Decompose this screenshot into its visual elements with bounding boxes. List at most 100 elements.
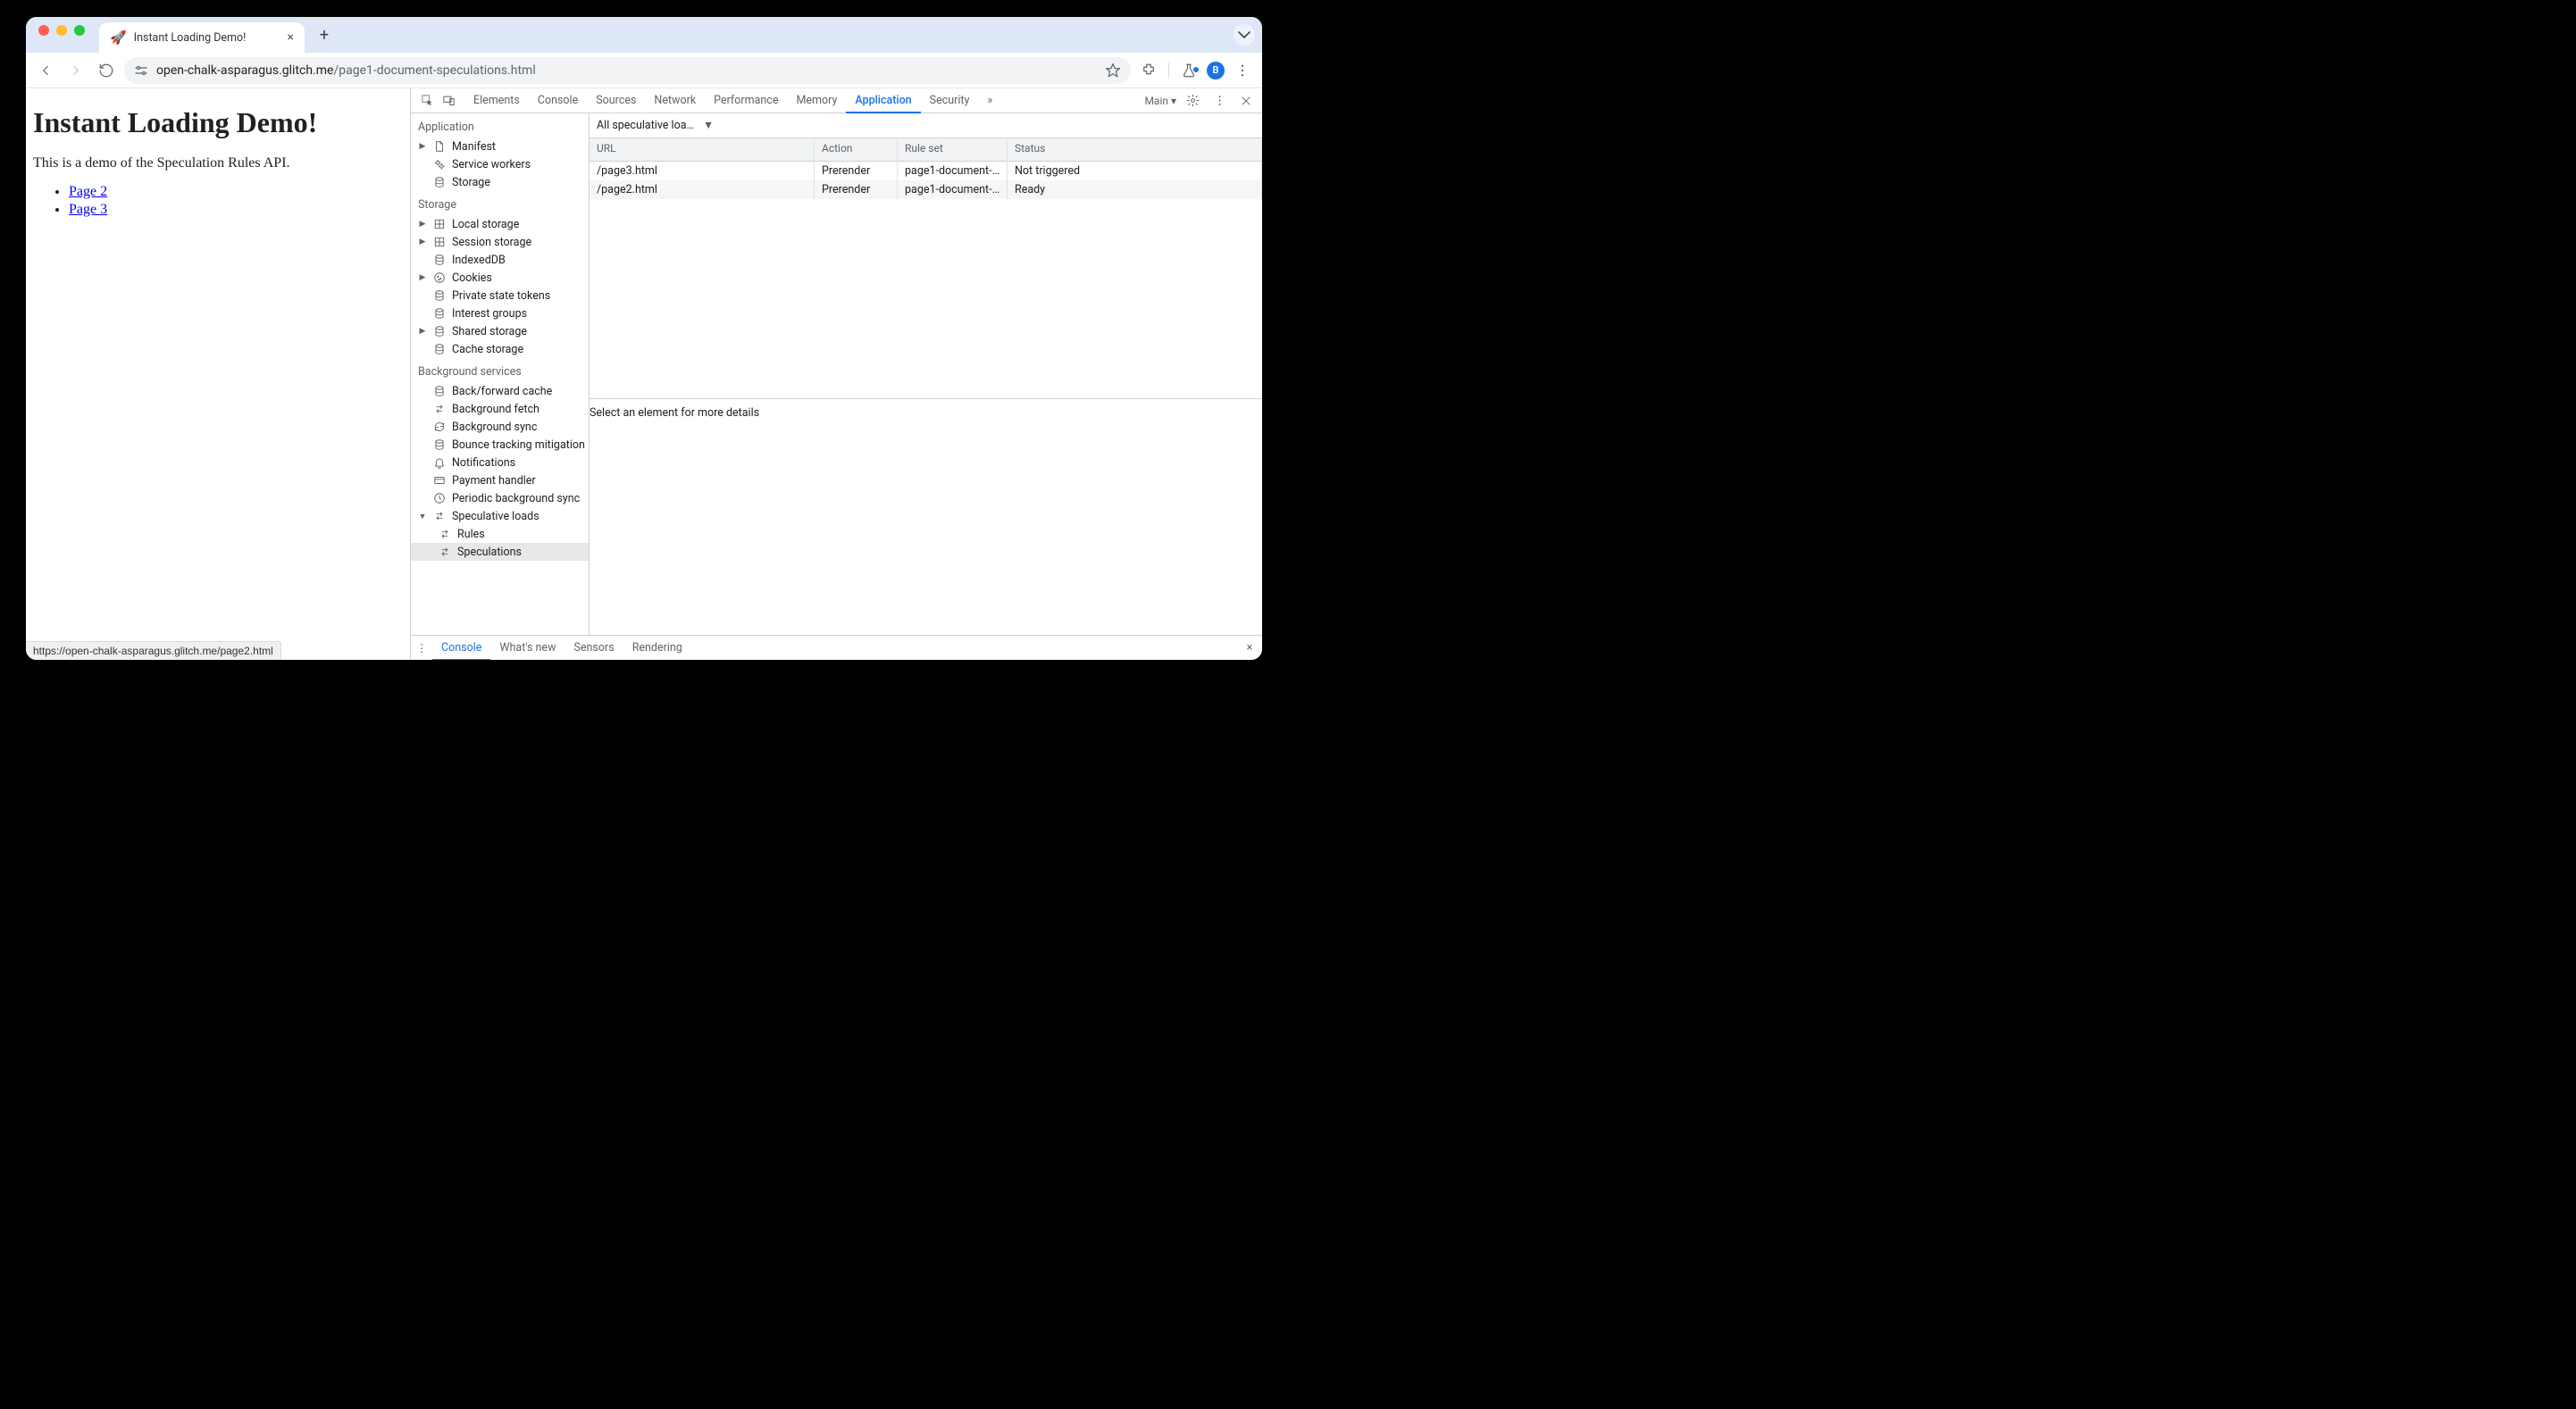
drawer-tab-sensors[interactable]: Sensors (565, 636, 623, 660)
chrome-menu-icon[interactable] (1230, 58, 1255, 83)
devtools-tab-elements[interactable]: Elements (464, 88, 529, 113)
sidebar-item[interactable]: Periodic background sync (411, 489, 589, 507)
sidebar-item[interactable]: Speculations (411, 543, 589, 561)
sidebar-item[interactable]: Cache storage (411, 340, 589, 358)
devtools-tab-sources[interactable]: Sources (587, 88, 645, 113)
devtools-drawer: ⋮ Console What's new Sensors Rendering × (411, 635, 1262, 660)
inspect-element-icon[interactable] (416, 88, 438, 113)
devtools-tab-application[interactable]: Application (846, 88, 920, 113)
profile-avatar[interactable]: B (1207, 62, 1225, 79)
cell-action: Prerender (815, 179, 898, 200)
devtools-close-icon[interactable] (1235, 95, 1257, 107)
maximize-window-icon[interactable] (74, 25, 85, 36)
back-button[interactable] (33, 58, 58, 83)
sidebar-item-label: Rules (457, 528, 485, 541)
col-action[interactable]: Action (815, 138, 898, 161)
forward-button[interactable] (63, 58, 88, 83)
tab-strip: 🚀 Instant Loading Demo! × + (26, 17, 1262, 53)
sidebar-item[interactable]: ▼Speculative loads (411, 507, 589, 525)
sidebar-item-label: Private state tokens (452, 289, 550, 303)
devtools-tab-console[interactable]: Console (529, 88, 587, 113)
sidebar-item[interactable]: Private state tokens (411, 287, 589, 304)
sidebar-item[interactable]: Payment handler (411, 471, 589, 489)
chevron-right-icon[interactable]: ▶ (418, 238, 427, 246)
devtools-settings-icon[interactable] (1182, 94, 1203, 107)
reload-button[interactable] (94, 58, 119, 83)
site-settings-icon[interactable] (133, 63, 149, 79)
table-row[interactable]: /page2.htmlPrerenderpage1-document-…Read… (590, 180, 1262, 199)
devtools-tab-performance[interactable]: Performance (705, 88, 787, 113)
db-icon (432, 253, 447, 267)
close-tab-icon[interactable]: × (288, 30, 294, 45)
sidebar-item[interactable]: IndexedDB (411, 251, 589, 269)
close-window-icon[interactable] (38, 25, 49, 36)
drawer-tab-console[interactable]: Console (432, 637, 490, 661)
sidebar-item-label: Session storage (452, 236, 531, 249)
table-body: /page3.htmlPrerenderpage1-document-…Not … (590, 162, 1262, 399)
sidebar-item[interactable]: Back/forward cache (411, 382, 589, 400)
drawer-tab-rendering[interactable]: Rendering (623, 636, 691, 660)
sidebar-item[interactable]: Service workers (411, 155, 589, 173)
page-link[interactable]: Page 3 (69, 202, 107, 217)
drawer-kebab-icon[interactable]: ⋮ (411, 641, 432, 655)
sidebar-item-label: Bounce tracking mitigation (452, 438, 585, 452)
col-url[interactable]: URL (590, 138, 815, 161)
sidebar-item[interactable]: Storage (411, 173, 589, 191)
sidebar-item-label: Local storage (452, 218, 519, 231)
cell-url: /page3.html (590, 161, 815, 181)
sidebar-item[interactable]: ▶Shared storage (411, 322, 589, 340)
chevron-right-icon[interactable]: ▶ (418, 220, 427, 229)
chevron-right-icon[interactable]: ▶ (418, 273, 427, 282)
labs-icon[interactable] (1176, 58, 1201, 83)
db-icon (432, 438, 447, 452)
sidebar-item[interactable]: Background fetch (411, 400, 589, 418)
new-tab-button[interactable]: + (312, 22, 337, 47)
chevron-right-icon[interactable]: ▶ (418, 142, 427, 151)
sidebar-item-label: IndexedDB (452, 254, 506, 267)
device-toolbar-icon[interactable] (438, 88, 459, 113)
sidebar-item[interactable]: Interest groups (411, 304, 589, 322)
sidebar-item[interactable]: ▶ Session storage (411, 233, 589, 251)
speculation-filter-select[interactable]: All speculative loa… (597, 119, 694, 132)
cell-url: /page2.html (590, 179, 815, 200)
devtools-tab-security[interactable]: Security (921, 88, 979, 113)
page-link[interactable]: Page 2 (69, 184, 107, 199)
db-icon (432, 175, 447, 189)
devtools-kebab-icon[interactable] (1209, 94, 1230, 107)
devtools-target-selector[interactable]: Main ▾ (1144, 95, 1176, 107)
sidebar-item[interactable]: ▶ Local storage (411, 215, 589, 233)
grid-icon (432, 235, 447, 249)
devtools-body: Application▶ManifestService workersStora… (411, 113, 1262, 635)
bookmark-icon[interactable] (1104, 62, 1122, 79)
tab-favicon-icon: 🚀 (110, 29, 127, 46)
devtools-tab-network[interactable]: Network (645, 88, 705, 113)
sidebar-item-label: Service workers (452, 158, 531, 171)
sidebar-item-label: Interest groups (452, 307, 527, 321)
swap-icon (438, 527, 452, 541)
sidebar-item[interactable]: Notifications (411, 454, 589, 471)
sidebar-item-label: Cookies (452, 271, 492, 285)
minimize-window-icon[interactable] (56, 25, 67, 36)
sidebar-item-label: Manifest (452, 140, 496, 154)
devtools-tab-memory[interactable]: Memory (787, 88, 846, 113)
db-icon (432, 342, 447, 356)
tab-overflow-button[interactable] (1234, 24, 1255, 46)
address-bar[interactable]: open-chalk-asparagus.glitch.me/page1-doc… (124, 57, 1131, 84)
sidebar-item[interactable]: ▶ Cookies (411, 269, 589, 287)
sidebar-item[interactable]: Background sync (411, 418, 589, 436)
col-rule[interactable]: Rule set (898, 138, 1008, 161)
chevron-down-icon[interactable]: ▼ (418, 512, 427, 521)
sidebar-item[interactable]: ▶ Manifest (411, 138, 589, 155)
dropdown-icon[interactable]: ▼ (703, 119, 714, 132)
sidebar-item[interactable]: Bounce tracking mitigation (411, 436, 589, 454)
drawer-tab-whatsnew[interactable]: What's new (490, 636, 565, 660)
chevron-right-icon[interactable]: ▶ (418, 327, 427, 336)
sidebar-item[interactable]: Rules (411, 525, 589, 543)
table-row[interactable]: /page3.htmlPrerenderpage1-document-…Not … (590, 162, 1262, 180)
col-status[interactable]: Status (1008, 138, 1262, 161)
drawer-close-icon[interactable]: × (1237, 641, 1262, 654)
devtools-tab-overflow[interactable]: » (978, 88, 1001, 113)
extensions-icon[interactable] (1136, 58, 1161, 83)
browser-tab[interactable]: 🚀 Instant Loading Demo! × (99, 22, 305, 53)
sidebar-item-label: Back/forward cache (452, 385, 552, 398)
